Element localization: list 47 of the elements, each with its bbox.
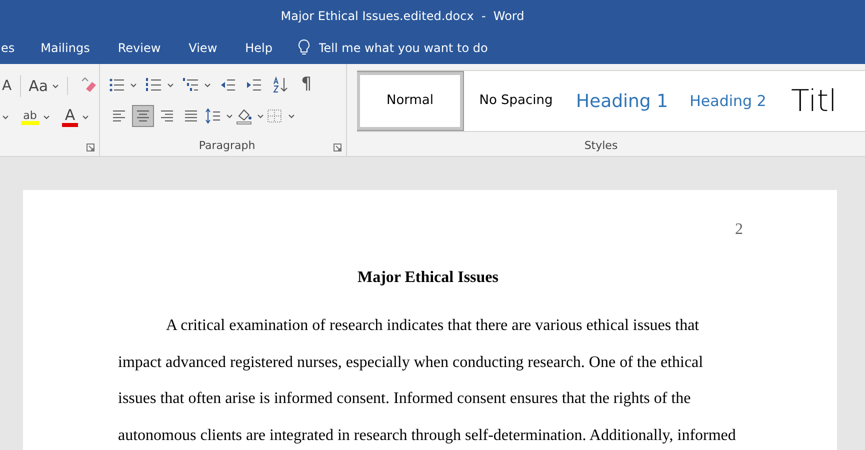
text-alignment-icon (136, 109, 150, 123)
style-option[interactable]: Titl (781, 72, 837, 130)
group-label: Styles (584, 138, 619, 154)
document-title: Major Ethical Issues (357, 269, 499, 287)
caret-icon[interactable] (43, 114, 50, 120)
style-option[interactable]: No Spacing (463, 72, 569, 130)
dialog-launcher-icon[interactable] (333, 143, 342, 152)
tell-me-field[interactable]: Tell me what you want to do (318, 39, 518, 57)
caret-icon[interactable] (167, 82, 174, 88)
window-title: Major Ethical Issues.edited.docx - Word (280, 8, 526, 25)
line-spacing-icon[interactable] (204, 107, 222, 125)
caret-icon[interactable] (82, 114, 89, 120)
lightbulb-icon[interactable] (296, 39, 310, 57)
caret-icon[interactable] (2, 114, 9, 120)
caret-icon[interactable] (204, 82, 211, 88)
shrink-font-button[interactable]: A (2, 76, 12, 96)
text-alignment-icon (112, 109, 126, 123)
ribbon-tab[interactable]: Mailings (26, 32, 104, 64)
style-option[interactable]: Heading 1 (569, 72, 675, 130)
numbered-list-icon[interactable] (145, 76, 163, 94)
text-alignment-icon (160, 109, 174, 123)
caret-icon[interactable] (226, 114, 233, 118)
ribbon-tab[interactable]: View (174, 32, 232, 64)
caret-icon[interactable] (288, 114, 295, 118)
align-center-button[interactable] (132, 105, 154, 127)
highlight-button[interactable]: ab (21, 110, 39, 124)
caret-icon[interactable] (257, 114, 264, 118)
dialog-launcher-icon[interactable] (86, 143, 95, 152)
multilevel-list-icon[interactable] (182, 76, 200, 94)
font-color-button[interactable]: A (62, 108, 78, 126)
group-label: Paragraph (198, 138, 256, 154)
ribbon-tab[interactable]: Review (104, 32, 175, 64)
ribbon-tab[interactable]: Help (231, 32, 286, 64)
ribbon-tab[interactable]: es (0, 32, 27, 64)
caret-icon[interactable] (52, 84, 60, 88)
bullet-list-icon[interactable] (108, 76, 126, 94)
style-option[interactable]: Normal (357, 72, 463, 130)
change-case-button[interactable]: Aa (28, 74, 48, 98)
document-paragraph: A critical examination of research indicates that there are various ethical issues that impact advanced registered nurses, especially when conducting research. One of the ethical issues that often arise is informed consent. Informed consent ensures that the rights of the autonomous clients are integrated in research through self-determination. Additionally, informed (118, 316, 737, 446)
paint-bucket-icon[interactable] (235, 107, 253, 125)
style-option[interactable]: Heading 2 (675, 72, 781, 130)
sort-icon[interactable] (271, 76, 289, 94)
pilcrow-button[interactable]: ¶ (297, 72, 316, 98)
page-number: 2 (735, 221, 743, 239)
text-alignment-icon (184, 109, 198, 123)
caret-icon[interactable] (130, 82, 137, 88)
eraser-icon[interactable] (80, 77, 98, 95)
